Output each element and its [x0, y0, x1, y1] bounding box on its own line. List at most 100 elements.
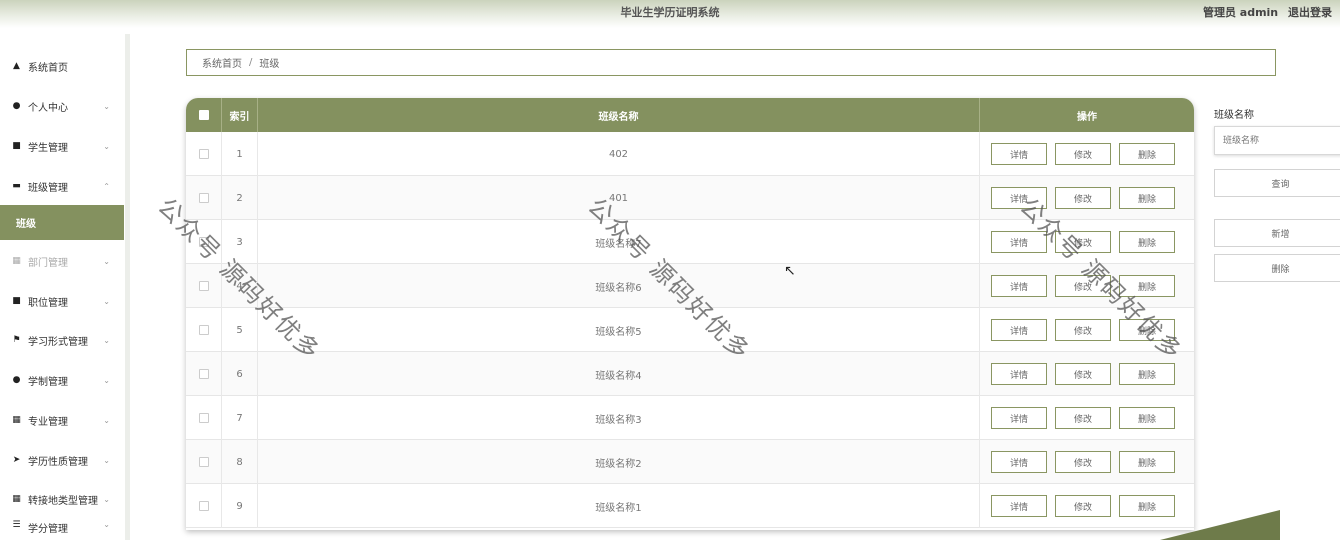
sidebar-item-label: 学制管理: [28, 376, 68, 388]
edit-button[interactable]: 修改: [1055, 495, 1111, 517]
row-checkbox[interactable]: [198, 501, 209, 511]
sidebar-item-label: 班级管理: [28, 182, 68, 194]
edit-button[interactable]: 修改: [1055, 143, 1111, 165]
add-button[interactable]: 新增: [1214, 219, 1340, 247]
detail-button[interactable]: 详情: [991, 187, 1047, 209]
row-index: 1: [222, 132, 258, 176]
data-table: 索引 班级名称 操作 1 402 详情 修改 删除 2 401 详情 修改 删除 3 班级名称7 详情修…: [186, 98, 1194, 530]
sidebar-item-home[interactable]: ▲ 系统首页: [0, 48, 124, 84]
delete-button[interactable]: 删除: [1119, 451, 1175, 473]
sidebar-item-label: 部门管理: [28, 257, 68, 269]
sidebar-item-label: 学历性质管理: [28, 456, 88, 468]
sidebar-item-class-management[interactable]: ▬ 班级管理 ⌃: [0, 168, 124, 204]
row-checkbox[interactable]: [198, 149, 209, 159]
logout-link[interactable]: 退出登录: [1288, 6, 1332, 19]
sidebar-item-label: 学分管理: [28, 524, 68, 535]
sidebar-item-major-management[interactable]: ▦ 专业管理 ⌄: [0, 402, 124, 438]
chevron-down-icon: ⌄: [103, 296, 110, 306]
table-header: 索引 班级名称 操作: [186, 98, 1194, 132]
delete-button[interactable]: 删除: [1119, 187, 1175, 209]
row-index: 5: [222, 308, 258, 352]
table-row: 6 班级名称4 详情 修改 删除: [186, 352, 1194, 396]
class-name-search-input[interactable]: [1214, 126, 1340, 155]
row-index: 3: [222, 220, 258, 264]
row-class-name: 401: [258, 176, 980, 220]
mouse-cursor-icon: ↖: [784, 263, 796, 279]
sidebar-item-transfer-type-management[interactable]: ▦ 转接地类型管理 ⌄: [0, 481, 124, 517]
detail-button[interactable]: 详情: [991, 495, 1047, 517]
select-all-checkbox[interactable]: [198, 110, 209, 120]
edit-button[interactable]: 修改: [1055, 451, 1111, 473]
row-checkbox[interactable]: [198, 325, 209, 335]
row-checkbox[interactable]: [198, 413, 209, 423]
table-row: 5 班级名称5 详情 修改 删除: [186, 308, 1194, 352]
chevron-down-icon: ⌄: [103, 101, 110, 111]
delete-button[interactable]: 删除: [1119, 407, 1175, 429]
edit-button[interactable]: 修改: [1055, 231, 1111, 253]
edit-button[interactable]: 修改: [1055, 363, 1111, 385]
detail-button[interactable]: 详情: [991, 319, 1047, 341]
sidebar-scrollbar[interactable]: [125, 34, 130, 540]
breadcrumb-separator: /: [249, 57, 253, 68]
sidebar-item-education-nature-management[interactable]: ➤ 学历性质管理 ⌄: [0, 442, 124, 478]
row-checkbox-cell: [186, 132, 222, 176]
detail-button[interactable]: 详情: [991, 451, 1047, 473]
row-class-name: 班级名称4: [258, 352, 980, 396]
detail-button[interactable]: 详情: [991, 275, 1047, 297]
row-checkbox-cell: [186, 220, 222, 264]
breadcrumb-current: 班级: [259, 59, 280, 70]
detail-button[interactable]: 详情: [991, 143, 1047, 165]
row-checkbox[interactable]: [198, 237, 209, 247]
chevron-up-icon: ⌃: [103, 181, 110, 191]
chevron-down-icon: ⌄: [103, 375, 110, 385]
query-button[interactable]: 查询: [1214, 169, 1340, 197]
delete-button[interactable]: 删除: [1119, 231, 1175, 253]
delete-button[interactable]: 删除: [1119, 363, 1175, 385]
row-checkbox[interactable]: [198, 281, 209, 291]
sidebar-item-credit-management[interactable]: ☰ 学分管理 ⌄: [0, 520, 124, 540]
row-actions: 详情 修改 删除: [980, 220, 1194, 264]
row-checkbox[interactable]: [198, 193, 209, 203]
row-checkbox-cell: [186, 264, 222, 308]
sidebar-item-label: 班级: [16, 219, 36, 230]
user-label: 管理员 admin: [1202, 6, 1279, 19]
table-row: 9 班级名称1 详情 修改 删除: [186, 484, 1194, 528]
row-checkbox[interactable]: [198, 369, 209, 379]
batch-delete-button[interactable]: 删除: [1214, 254, 1340, 282]
column-header-class-name: 班级名称: [258, 98, 980, 132]
chevron-down-icon: ⌄: [103, 520, 110, 529]
sidebar-item-department-management[interactable]: ▦ 部门管理 ⌄: [0, 243, 124, 279]
edit-button[interactable]: 修改: [1055, 187, 1111, 209]
sidebar-item-label: 专业管理: [28, 416, 68, 428]
chevron-down-icon: ⌄: [103, 141, 110, 151]
sidebar-item-student-management[interactable]: ■ 学生管理 ⌄: [0, 128, 124, 164]
sidebar-item-label: 职位管理: [28, 297, 68, 309]
chat-icon: ▬: [12, 181, 21, 191]
sidebar-subitem-class[interactable]: 班级: [0, 205, 124, 240]
user-area: 管理员 admin 退出登录: [1197, 4, 1332, 20]
row-actions: 详情 修改 删除: [980, 308, 1194, 352]
detail-button[interactable]: 详情: [991, 407, 1047, 429]
row-actions: 详情 修改 删除: [980, 396, 1194, 440]
search-label: 班级名称: [1214, 110, 1254, 121]
row-class-name: 班级名称3: [258, 396, 980, 440]
delete-button[interactable]: 删除: [1119, 319, 1175, 341]
sidebar-item-study-form-management[interactable]: ⚑ 学习形式管理 ⌄: [0, 322, 124, 358]
row-index: 9: [222, 484, 258, 528]
sidebar-item-personal-center[interactable]: ● 个人中心 ⌄: [0, 88, 124, 124]
sidebar-item-position-management[interactable]: ■ 职位管理 ⌄: [0, 283, 124, 319]
detail-button[interactable]: 详情: [991, 363, 1047, 385]
sidebar-item-label: 转接地类型管理: [28, 495, 98, 507]
user-icon: ●: [12, 101, 21, 111]
detail-button[interactable]: 详情: [991, 231, 1047, 253]
edit-button[interactable]: 修改: [1055, 275, 1111, 297]
row-checkbox[interactable]: [198, 457, 209, 467]
sidebar-item-school-system-management[interactable]: ● 学制管理 ⌄: [0, 362, 124, 398]
breadcrumb-home[interactable]: 系统首页: [202, 55, 242, 70]
delete-button[interactable]: 删除: [1119, 143, 1175, 165]
delete-button[interactable]: 删除: [1119, 275, 1175, 297]
grid-icon: ▦: [12, 256, 21, 266]
monitor-icon: ■: [12, 296, 21, 306]
edit-button[interactable]: 修改: [1055, 407, 1111, 429]
edit-button[interactable]: 修改: [1055, 319, 1111, 341]
